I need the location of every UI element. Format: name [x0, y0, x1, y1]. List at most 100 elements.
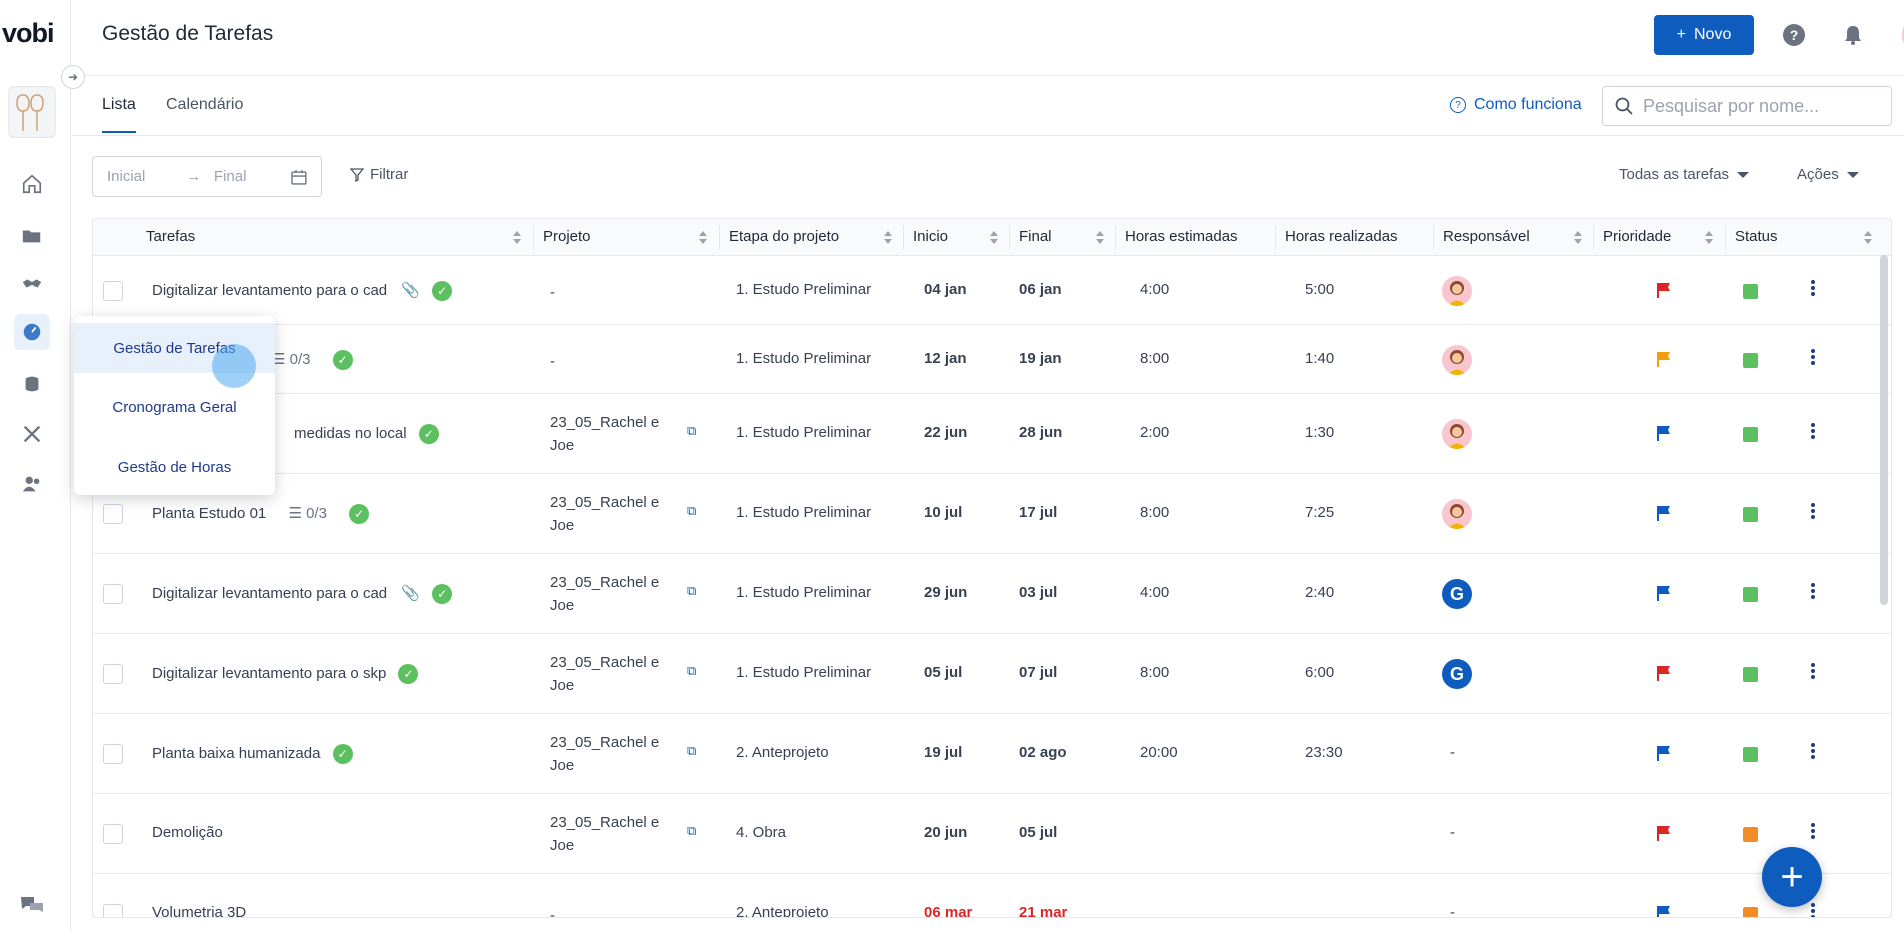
more-options-icon[interactable]: [1803, 742, 1823, 764]
sort-icon[interactable]: [1705, 231, 1713, 245]
row-checkbox[interactable]: [103, 584, 123, 604]
table-row[interactable]: medidas no local ✓ 23_05_Rachel e Joe ⧉ 1. …: [93, 394, 1891, 474]
users-icon[interactable]: [14, 466, 50, 502]
status-indicator[interactable]: [1743, 283, 1758, 299]
tools-icon[interactable]: [14, 416, 50, 452]
external-link-icon[interactable]: ⧉: [687, 823, 696, 839]
external-link-icon[interactable]: ⧉: [687, 503, 696, 519]
table-row[interactable]: Volumetria 3D - 2. Anteprojeto 06 mar 21 mar…: [93, 874, 1891, 917]
priority-flag-icon[interactable]: [1657, 745, 1671, 765]
col-final[interactable]: Final: [1019, 228, 1052, 245]
row-checkbox[interactable]: [103, 664, 123, 684]
sort-icon[interactable]: [1864, 231, 1872, 245]
expand-sidebar-icon[interactable]: ➜: [61, 65, 85, 89]
external-link-icon[interactable]: ⧉: [687, 583, 696, 599]
project-name[interactable]: 23_05_Rachel e Joe: [550, 651, 670, 697]
project-name[interactable]: 23_05_Rachel e Joe: [550, 731, 670, 777]
how-it-works-link[interactable]: ? Como funciona: [1450, 96, 1582, 114]
responsible-avatar[interactable]: [1442, 499, 1472, 529]
menu-item-cronograma-geral[interactable]: Cronograma Geral: [74, 382, 275, 432]
all-tasks-dropdown[interactable]: Todas as tarefas: [1619, 166, 1750, 183]
project-name[interactable]: 23_05_Rachel e Joe: [550, 491, 670, 537]
col-status[interactable]: Status: [1735, 228, 1778, 245]
actions-dropdown[interactable]: Ações: [1797, 166, 1859, 183]
task-name[interactable]: medidas no local: [294, 425, 407, 442]
responsible-avatar[interactable]: [1442, 275, 1472, 306]
status-indicator[interactable]: [1743, 667, 1758, 682]
responsible-avatar[interactable]: G: [1442, 659, 1472, 689]
responsible-avatar[interactable]: G: [1442, 579, 1472, 609]
priority-flag-icon[interactable]: [1657, 665, 1671, 685]
row-checkbox[interactable]: [103, 824, 123, 844]
sort-icon[interactable]: [699, 231, 707, 245]
new-button[interactable]: + Novo: [1654, 15, 1754, 55]
date-range-picker[interactable]: Inicial → Final: [92, 156, 322, 197]
row-checkbox[interactable]: [103, 280, 123, 301]
col-projeto[interactable]: Projeto: [543, 228, 591, 245]
sort-icon[interactable]: [1096, 231, 1104, 245]
project-name[interactable]: 23_05_Rachel e Joe: [550, 811, 670, 857]
sort-icon[interactable]: [884, 231, 892, 245]
home-icon[interactable]: [14, 166, 50, 202]
priority-flag-icon[interactable]: [1657, 505, 1671, 525]
table-row[interactable]: Planta Estudo 01 ☰ 0/3 ✓ 23_05_Rachel e J…: [93, 474, 1891, 554]
task-name[interactable]: Planta Estudo 01: [152, 505, 266, 522]
more-options-icon[interactable]: [1803, 422, 1823, 444]
priority-flag-icon[interactable]: [1657, 905, 1671, 917]
project-thumbnail[interactable]: [8, 86, 56, 138]
status-indicator[interactable]: [1743, 827, 1758, 842]
more-options-icon[interactable]: [1803, 582, 1823, 604]
row-checkbox[interactable]: [103, 504, 123, 524]
priority-flag-icon[interactable]: [1657, 825, 1671, 845]
col-horas-realizadas[interactable]: Horas realizadas: [1285, 228, 1398, 245]
sort-icon[interactable]: [1574, 231, 1582, 245]
table-row[interactable]: Planta baixa humanizada ✓ 23_05_Rachel e …: [93, 714, 1891, 794]
help-icon[interactable]: ?: [1783, 24, 1805, 46]
coins-icon[interactable]: [14, 366, 50, 402]
table-row[interactable]: Digitalizar levantamento para o cad 📎 ✓ 2…: [93, 554, 1891, 634]
col-tarefas[interactable]: Tarefas: [146, 228, 195, 245]
project-name[interactable]: -: [550, 904, 670, 917]
project-name[interactable]: -: [550, 281, 670, 304]
status-indicator[interactable]: [1743, 747, 1758, 762]
col-etapa[interactable]: Etapa do projeto: [729, 228, 839, 245]
project-name[interactable]: -: [550, 350, 670, 373]
more-options-icon[interactable]: [1803, 502, 1823, 524]
task-name[interactable]: Volumetria 3D: [152, 904, 246, 917]
start-date-input[interactable]: Inicial: [107, 168, 186, 185]
status-indicator[interactable]: [1743, 907, 1758, 917]
search-input[interactable]: [1643, 95, 1873, 117]
tasks-icon[interactable]: [14, 314, 50, 350]
row-checkbox[interactable]: [103, 904, 123, 917]
status-indicator[interactable]: [1743, 507, 1758, 522]
table-row[interactable]: Digitalizar levantamento para o cad 📎 ✓ -…: [93, 256, 1891, 325]
chat-icon[interactable]: [20, 895, 44, 919]
table-scrollbar[interactable]: [1880, 255, 1888, 605]
sort-icon[interactable]: [990, 231, 998, 245]
task-name[interactable]: Digitalizar levantamento para o skp: [152, 665, 386, 682]
priority-flag-icon[interactable]: [1657, 351, 1671, 371]
responsible-avatar[interactable]: [1442, 344, 1472, 375]
task-name[interactable]: Planta baixa humanizada: [152, 745, 320, 762]
task-name[interactable]: Demolição: [152, 824, 223, 841]
table-row[interactable]: ☰ 0/3 ✓ -1. Estudo Preliminar 12 jan 19 jan…: [93, 325, 1891, 394]
tab-calendario[interactable]: Calendário: [166, 96, 243, 131]
priority-flag-icon[interactable]: [1657, 282, 1671, 302]
menu-item-gestao-horas[interactable]: Gestão de Horas: [74, 442, 275, 492]
col-responsavel[interactable]: Responsável: [1443, 228, 1530, 245]
external-link-icon[interactable]: ⧉: [687, 423, 696, 439]
tab-lista[interactable]: Lista: [102, 96, 136, 133]
handshake-icon[interactable]: [14, 266, 50, 302]
task-name[interactable]: Digitalizar levantamento para o cad: [152, 282, 387, 299]
col-prioridade[interactable]: Prioridade: [1603, 228, 1671, 245]
responsible-avatar[interactable]: [1442, 419, 1472, 449]
end-date-input[interactable]: Final: [214, 168, 291, 185]
status-indicator[interactable]: [1743, 427, 1758, 442]
search-box[interactable]: [1602, 86, 1892, 126]
more-options-icon[interactable]: [1803, 348, 1823, 370]
more-options-icon[interactable]: [1803, 902, 1823, 917]
col-horas-estimadas[interactable]: Horas estimadas: [1125, 228, 1238, 245]
table-row[interactable]: Demolição 23_05_Rachel e Joe ⧉ 4. Obra 20 ju…: [93, 794, 1891, 874]
external-link-icon[interactable]: ⧉: [687, 743, 696, 759]
more-options-icon[interactable]: [1803, 822, 1823, 844]
